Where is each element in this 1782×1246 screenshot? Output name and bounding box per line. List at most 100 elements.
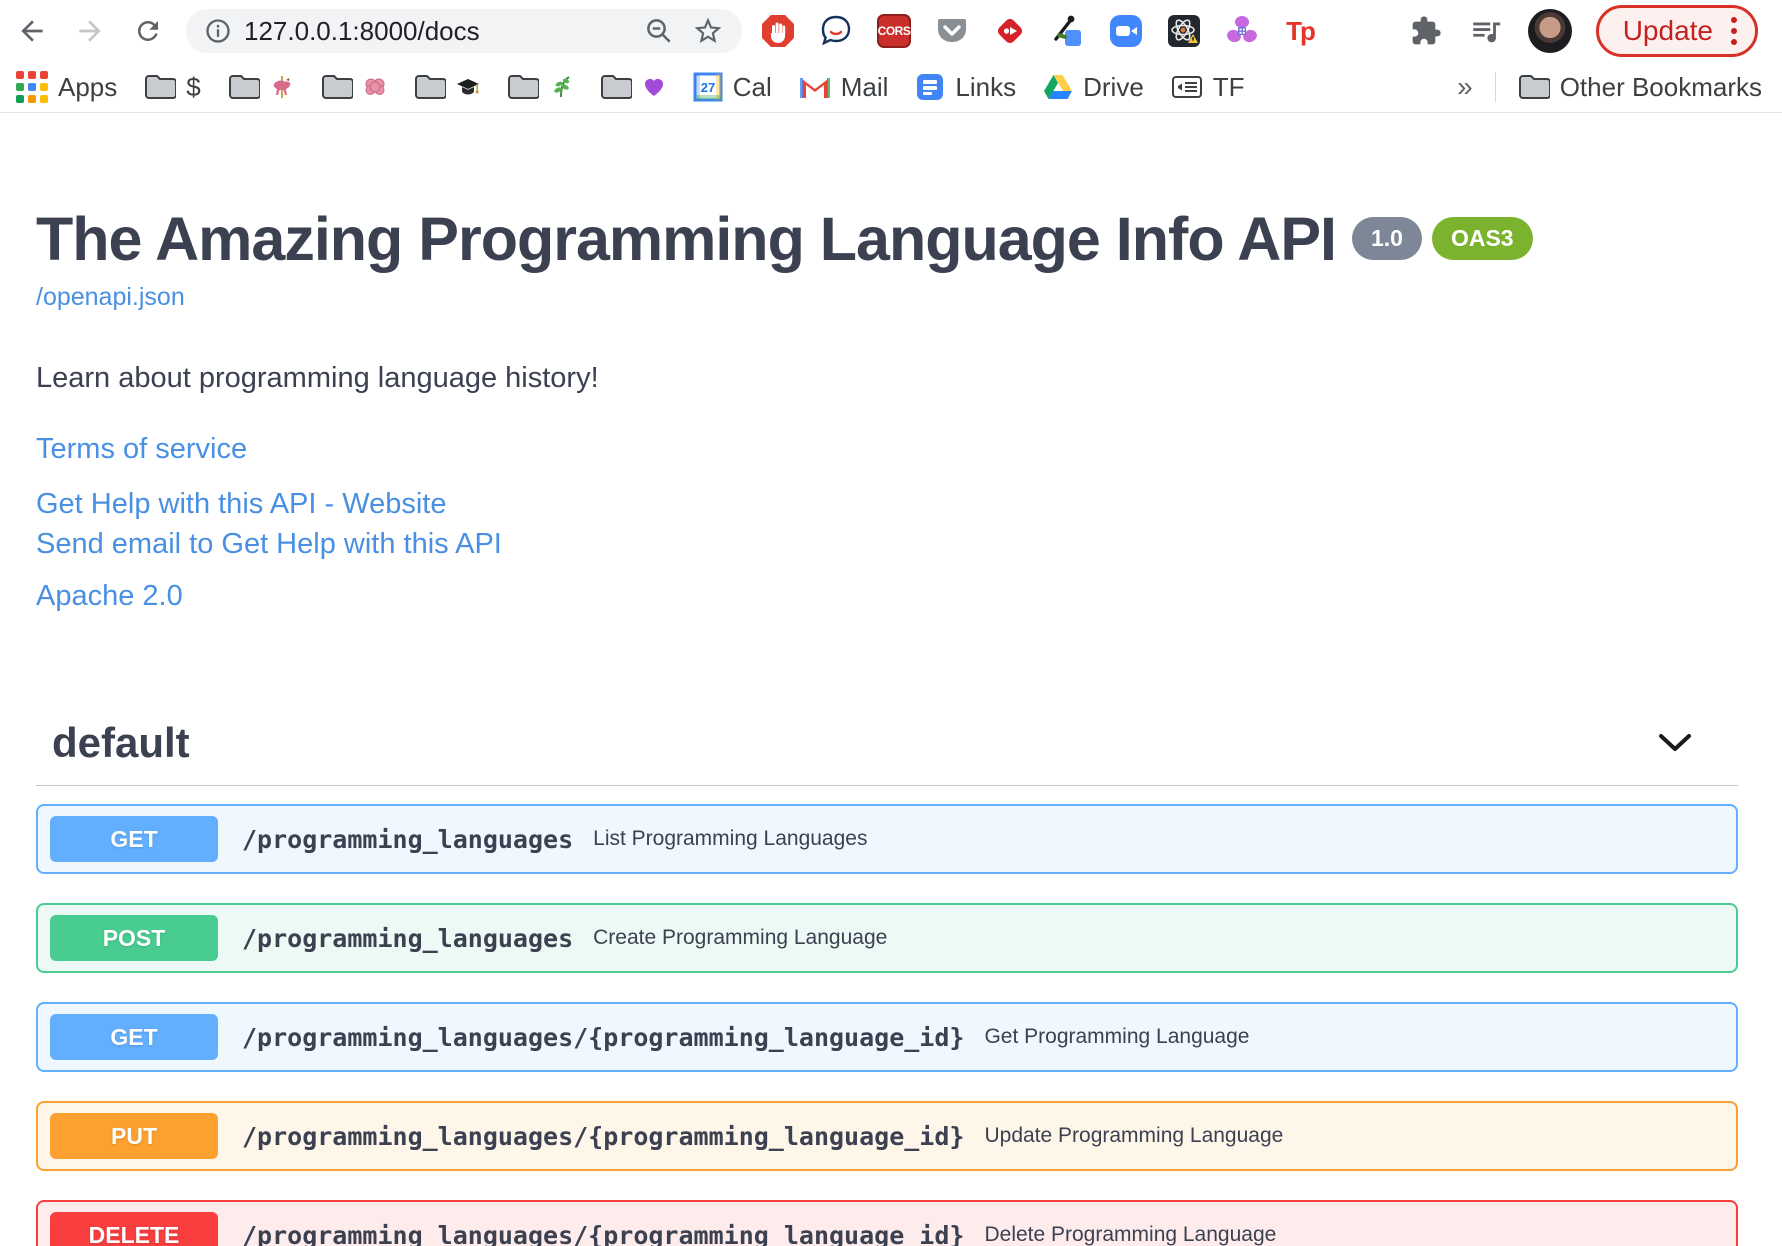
method-badge[interactable]: DELETE xyxy=(50,1212,218,1246)
method-badge[interactable]: GET xyxy=(50,1014,218,1061)
endpoint-path: /programming_languages/{programming_lang… xyxy=(242,1220,965,1246)
folder-icon xyxy=(600,75,632,99)
pocket-icon xyxy=(938,19,966,42)
gmail-icon xyxy=(799,76,830,98)
purple-heart-icon xyxy=(644,79,663,96)
bookmark-folder-purple-heart[interactable] xyxy=(600,74,666,100)
api-links: Terms of service Get Help with this API … xyxy=(36,433,1738,613)
bookmark-label: Drive xyxy=(1083,71,1144,102)
back-button[interactable] xyxy=(14,13,50,49)
contact-website-link[interactable]: Get Help with this API - Website xyxy=(36,484,1738,524)
contact-email-link[interactable]: Send email to Get Help with this API xyxy=(36,524,1738,564)
react-devtools-extension-icon[interactable] xyxy=(1166,13,1202,49)
page-info-icon[interactable] xyxy=(204,17,232,45)
url-text[interactable]: 127.0.0.1:8000/docs xyxy=(244,16,480,47)
pocket-extension-icon[interactable] xyxy=(934,13,970,49)
bookmark-mail[interactable]: Mail xyxy=(799,71,889,103)
bookmark-calendar[interactable]: 27 Cal xyxy=(693,72,772,103)
red-diamond-extension-icon[interactable] xyxy=(992,13,1028,49)
extensions-menu-button[interactable] xyxy=(1408,13,1444,49)
endpoint-row[interactable]: DELETE /programming_languages/{programmi… xyxy=(36,1200,1738,1246)
media-queue-button[interactable] xyxy=(1468,13,1504,49)
bookmark-drive[interactable]: Drive xyxy=(1043,72,1144,103)
color-picker-extension-icon[interactable] xyxy=(1050,13,1086,49)
bookmark-star-icon[interactable] xyxy=(692,15,724,47)
reload-icon xyxy=(137,20,158,41)
folder-icon xyxy=(145,75,177,99)
forward-button[interactable] xyxy=(72,13,108,49)
method-badge[interactable]: POST xyxy=(50,915,218,962)
browser-toolbar: 127.0.0.1:8000/docs CORS Tp Update xyxy=(0,0,1782,62)
method-badge[interactable]: GET xyxy=(50,816,218,863)
tag-section-header[interactable]: default xyxy=(36,719,1738,787)
endpoint-row[interactable]: POST /programming_languages Create Progr… xyxy=(36,903,1738,974)
extensions-group: CORS Tp xyxy=(760,13,1318,49)
folder-icon xyxy=(414,75,446,99)
endpoint-summary: Update Programming Language xyxy=(984,1124,1284,1148)
bookmark-folder-dollar[interactable]: $ xyxy=(144,71,201,103)
bookmarks-bar: Apps $ 27 Cal Mail Links Drive TF » Othe… xyxy=(0,62,1782,113)
update-button[interactable]: Update xyxy=(1595,5,1758,57)
endpoint-summary: Delete Programming Language xyxy=(984,1223,1277,1246)
api-info-header: The Amazing Programming Language Info AP… xyxy=(36,207,1738,271)
bookmark-folder-brain[interactable] xyxy=(321,74,387,100)
cors-label: CORS xyxy=(877,14,911,48)
endpoint-row[interactable]: GET /programming_languages List Programm… xyxy=(36,804,1738,875)
version-badge: 1.0 xyxy=(1351,217,1422,260)
bookmarks-trailing-group: » Other Bookmarks xyxy=(1457,71,1762,103)
cors-extension-icon[interactable]: CORS xyxy=(876,13,912,49)
zoom-out-icon[interactable] xyxy=(644,16,674,46)
other-bookmarks-button[interactable]: Other Bookmarks xyxy=(1518,72,1762,103)
folder-icon xyxy=(507,75,539,99)
graduation-cap-icon xyxy=(456,79,479,95)
bookmark-label: Links xyxy=(955,71,1017,102)
url-bar[interactable]: 127.0.0.1:8000/docs xyxy=(186,9,742,53)
adblock-extension-icon[interactable] xyxy=(760,13,796,49)
endpoint-row[interactable]: GET /programming_languages/{programming_… xyxy=(36,1002,1738,1073)
bookmark-label: Mail xyxy=(840,71,889,102)
folder-icon xyxy=(1518,75,1550,99)
endpoint-path: /programming_languages xyxy=(242,923,574,953)
bookmark-folder-carousel[interactable] xyxy=(228,74,294,100)
video-camera-icon xyxy=(1110,15,1142,47)
apps-grid-icon xyxy=(16,71,48,103)
bookmark-apps[interactable]: Apps xyxy=(16,71,117,103)
atom-warning-icon xyxy=(1168,15,1200,47)
page-title: The Amazing Programming Language Info AP… xyxy=(36,205,1337,273)
puzzle-icon xyxy=(1412,16,1441,45)
music-queue-icon xyxy=(1472,22,1500,43)
oas3-badge: OAS3 xyxy=(1431,217,1533,260)
bookmark-folder-graduation[interactable] xyxy=(414,74,480,100)
endpoint-summary: List Programming Languages xyxy=(593,827,868,851)
other-bookmarks-label: Other Bookmarks xyxy=(1559,71,1762,102)
purple-recycle-extension-icon[interactable] xyxy=(1224,13,1260,49)
browser-menu-icon[interactable] xyxy=(1731,17,1737,45)
reload-button[interactable] xyxy=(130,13,166,49)
update-label: Update xyxy=(1622,15,1713,46)
bookmark-folder-herb[interactable] xyxy=(507,74,573,100)
endpoint-path: /programming_languages/{programming_lang… xyxy=(242,1022,965,1052)
chevron-down-icon[interactable] xyxy=(1658,733,1692,753)
endpoint-row[interactable]: PUT /programming_languages/{programming_… xyxy=(36,1101,1738,1172)
bookmark-label: $ xyxy=(186,71,201,102)
terms-of-service-link[interactable]: Terms of service xyxy=(36,433,1738,466)
purple-flower-icon xyxy=(1227,16,1257,43)
profile-avatar[interactable] xyxy=(1527,9,1572,53)
endpoint-path: /programming_languages/{programming_lang… xyxy=(242,1121,965,1151)
bookmark-label: TF xyxy=(1212,71,1245,102)
red-diamond-icon xyxy=(997,18,1023,44)
bookmark-links[interactable]: Links xyxy=(915,72,1016,103)
google-calendar-icon: 27 xyxy=(693,72,723,102)
method-badge[interactable]: PUT xyxy=(50,1113,218,1160)
bookmark-tf[interactable]: TF xyxy=(1171,72,1245,103)
license-link[interactable]: Apache 2.0 xyxy=(36,580,1738,613)
zoom-extension-icon[interactable] xyxy=(1108,13,1144,49)
chat-bubble-extension-icon[interactable] xyxy=(818,13,854,49)
openapi-spec-link[interactable]: /openapi.json xyxy=(36,283,185,312)
forward-icon xyxy=(79,20,101,42)
bookmarks-divider xyxy=(1494,72,1496,102)
tp-extension-icon[interactable]: Tp xyxy=(1282,13,1318,49)
bookmarks-overflow-button[interactable]: » xyxy=(1457,71,1473,103)
endpoint-path: /programming_languages xyxy=(242,824,574,854)
bookmark-label: Apps xyxy=(58,71,118,102)
